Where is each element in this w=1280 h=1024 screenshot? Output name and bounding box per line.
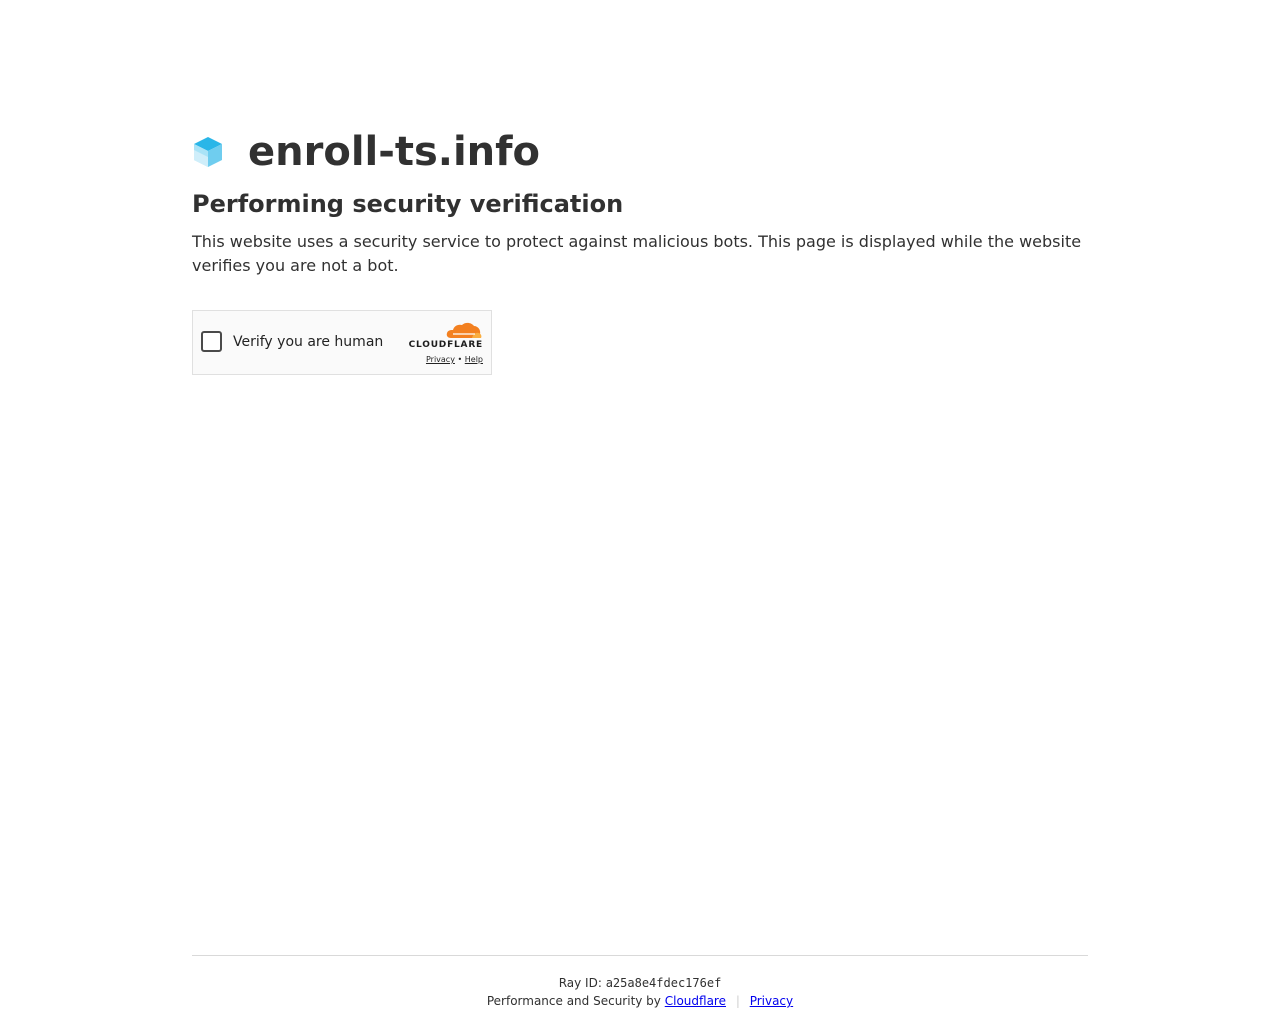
site-name: enroll-ts.info [248,129,541,175]
ray-id-label: Ray ID: [558,976,602,990]
main-content: enroll-ts.info Performing security verif… [192,120,1088,375]
footer: Ray ID: a25a8e4fdec176ef Performance and… [192,955,1088,1009]
widget-privacy-link[interactable]: Privacy [426,355,455,364]
ray-id-value: a25a8e4fdec176ef [605,976,722,990]
site-header: enroll-ts.info [192,120,1088,184]
widget-help-link[interactable]: Help [465,355,483,364]
footer-privacy-link[interactable]: Privacy [750,994,793,1008]
widget-links: Privacy • Help [403,354,483,366]
site-favicon-icon [194,137,222,167]
page: enroll-ts.info Performing security verif… [0,0,1280,1024]
performance-line: Performance and Security by Cloudflare |… [192,993,1088,1009]
turnstile-widget: Verify you are human CLOUDFLARE Privacy … [192,310,492,375]
cloudflare-brand: CLOUDFLARE Privacy • Help [403,321,483,366]
ray-id-line: Ray ID: a25a8e4fdec176ef [192,975,1088,991]
cloudflare-wordmark: CLOUDFLARE [408,340,483,350]
verify-checkbox[interactable] [201,331,222,352]
verify-label[interactable]: Verify you are human [233,333,383,351]
page-heading: Performing security verification [192,190,624,218]
verification-description: This website uses a security service to … [192,232,1082,275]
footer-separator: | [735,994,740,1008]
widget-links-separator: • [457,355,463,364]
cloudflare-link[interactable]: Cloudflare [665,994,726,1008]
performance-text: Performance and Security by [486,994,661,1008]
cloudflare-cloud-icon [446,322,482,338]
